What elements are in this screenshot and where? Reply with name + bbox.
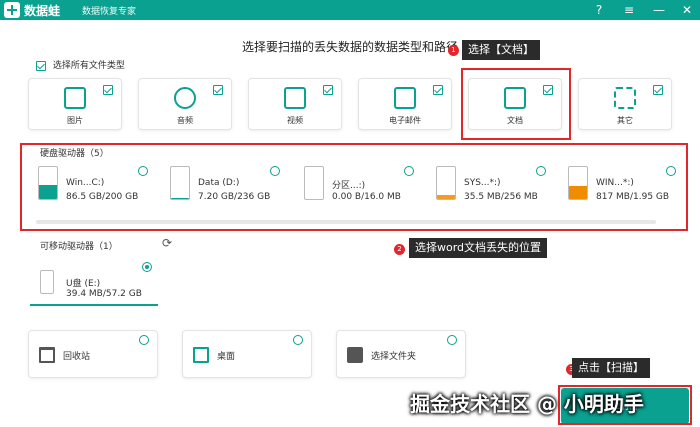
drive-size: 7.20 GB/236 GB <box>198 192 271 202</box>
grid-icon <box>614 87 636 109</box>
drive-radio[interactable] <box>138 166 148 176</box>
drive-radio[interactable] <box>270 166 280 176</box>
checkbox-icon[interactable] <box>323 85 333 95</box>
file-type-label: 音频 <box>177 116 193 125</box>
select-all-checkbox[interactable]: 选择所有文件类型 <box>36 58 125 71</box>
location-radio[interactable] <box>139 335 149 345</box>
hard-drive-icon <box>38 166 58 200</box>
select-all-label: 选择所有文件类型 <box>52 61 125 71</box>
checkbox-icon <box>36 60 46 71</box>
hard-drive-icon <box>170 166 190 200</box>
drive-sys[interactable]: SYS...*:) 35.5 MB/256 MB <box>436 162 546 214</box>
location-recycle-bin[interactable]: 回收站 <box>28 330 158 378</box>
title-bar: 数据蛙 数据恢复专家 ? ≡ — ✕ <box>0 0 700 20</box>
page-heading: 选择要扫描的丢失数据的数据类型和路径 <box>241 40 458 54</box>
drive-radio[interactable] <box>142 262 152 272</box>
app-subtitle: 数据恢复专家 <box>82 7 137 17</box>
file-type-email[interactable]: 电子邮件 <box>358 78 452 130</box>
annotation-step-1-badge: 1 <box>448 45 459 56</box>
drive-name: WIN...*:) <box>596 178 634 188</box>
checkbox-icon[interactable] <box>213 85 223 95</box>
location-label: 回收站 <box>63 352 91 362</box>
drive-size: 86.5 GB/200 GB <box>66 192 139 202</box>
annotation-highlight-document <box>461 68 571 140</box>
file-type-video[interactable]: 视频 <box>248 78 342 130</box>
file-type-audio[interactable]: 音频 <box>138 78 232 130</box>
file-type-label: 图片 <box>67 116 83 125</box>
checkbox-icon[interactable] <box>103 85 113 95</box>
drive-d[interactable]: Data (D:) 7.20 GB/236 GB <box>170 162 280 214</box>
location-label: 桌面 <box>217 352 236 362</box>
drive-radio[interactable] <box>666 166 676 176</box>
drive-partition[interactable]: 分区...:) 0.00 B/16.0 MB <box>304 162 414 214</box>
location-desktop[interactable]: 桌面 <box>182 330 312 378</box>
drive-radio[interactable] <box>404 166 414 176</box>
minimize-button[interactable]: — <box>648 0 670 20</box>
image-icon <box>64 87 86 109</box>
drive-win[interactable]: WIN...*:) 817 MB/1.95 GB <box>568 162 678 214</box>
annotation-step-2: 选择word文档丢失的位置 <box>409 238 548 258</box>
app-name: 数据蛙 <box>24 4 61 18</box>
drive-c[interactable]: Win...C:) 86.5 GB/200 GB <box>38 162 148 214</box>
hard-drive-icon <box>436 166 456 200</box>
drive-name: Data (D:) <box>198 178 240 188</box>
annotation-step-3: 点击【扫描】 <box>572 358 650 378</box>
hdd-section-title: 硬盘驱动器（5） <box>40 149 109 159</box>
checkbox-icon[interactable] <box>433 85 443 95</box>
annotation-step-1: 选择【文档】 <box>462 40 540 60</box>
drive-size: 0.00 B/16.0 MB <box>332 192 401 202</box>
usb-drive-icon <box>40 270 54 294</box>
file-type-label: 其它 <box>617 116 633 125</box>
help-icon[interactable]: ? <box>588 0 610 20</box>
drive-radio[interactable] <box>536 166 546 176</box>
menu-icon[interactable]: ≡ <box>618 0 640 20</box>
file-type-image[interactable]: 图片 <box>28 78 122 130</box>
drive-name: 分区...:) <box>332 181 366 191</box>
location-radio[interactable] <box>447 335 457 345</box>
checkbox-icon[interactable] <box>653 85 663 95</box>
drive-name: Win...C:) <box>66 178 105 188</box>
location-select-folder[interactable]: 选择文件夹 <box>336 330 466 378</box>
hard-drive-icon <box>304 166 324 200</box>
drive-size: 39.4 MB/57.2 GB <box>66 289 142 299</box>
location-label: 选择文件夹 <box>371 352 417 362</box>
hard-drive-icon <box>568 166 588 200</box>
location-radio[interactable] <box>293 335 303 345</box>
music-icon <box>174 87 196 109</box>
annotation-step-2-badge: 2 <box>394 244 405 255</box>
recycle-bin-icon <box>39 347 55 363</box>
folder-icon <box>347 347 363 363</box>
desktop-icon <box>193 347 209 363</box>
video-icon <box>284 87 306 109</box>
mail-icon <box>394 87 416 109</box>
file-type-other[interactable]: 其它 <box>578 78 672 130</box>
removable-section-title: 可移动驱动器（1） <box>40 242 118 252</box>
app-logo-icon <box>4 2 20 18</box>
drive-name: SYS...*:) <box>464 178 501 188</box>
file-type-label: 视频 <box>287 116 303 125</box>
watermark: 掘金技术社区 @ 小明助手 <box>410 392 644 416</box>
drives-scrollbar[interactable] <box>36 220 656 224</box>
drive-usb[interactable]: U盘 (E:) 39.4 MB/57.2 GB <box>30 258 158 306</box>
file-type-label: 电子邮件 <box>389 116 421 125</box>
refresh-icon[interactable]: ⟳ <box>162 236 172 250</box>
close-button[interactable]: ✕ <box>676 0 698 20</box>
drive-size: 817 MB/1.95 GB <box>596 192 670 202</box>
drive-name: U盘 (E:) <box>66 279 101 289</box>
drive-size: 35.5 MB/256 MB <box>464 192 538 202</box>
